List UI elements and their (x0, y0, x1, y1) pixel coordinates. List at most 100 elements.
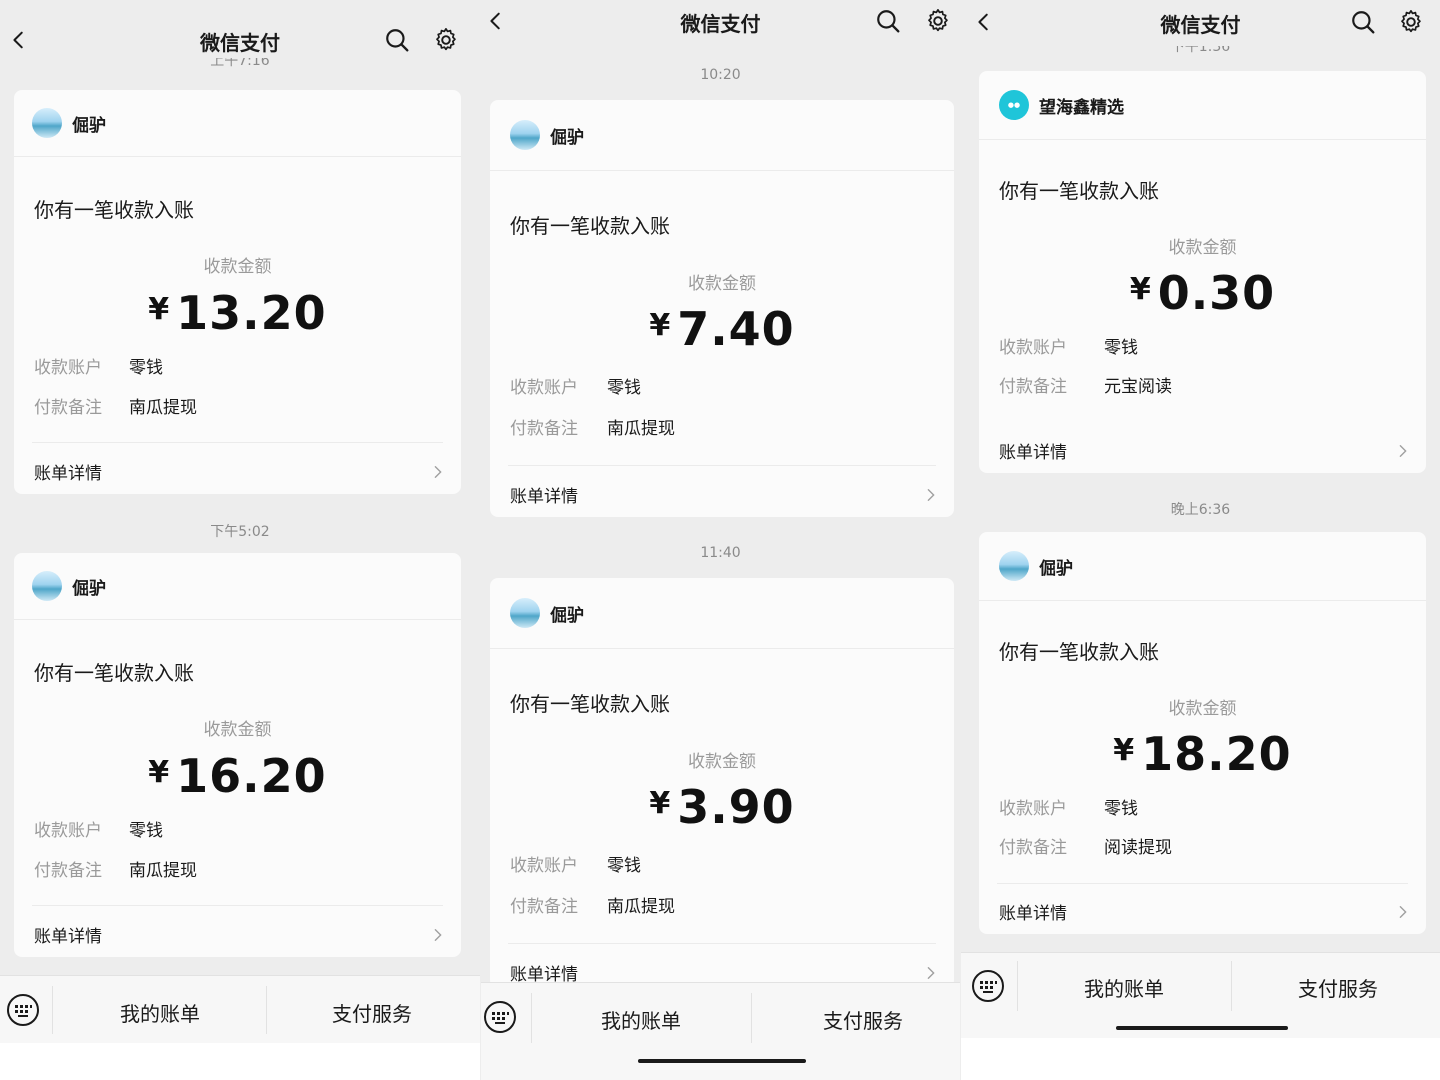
amount: ¥18.20 (979, 727, 1426, 781)
card-headline: 你有一笔收款入账 (510, 692, 670, 716)
divider (52, 986, 53, 1034)
card-header: ●● 望海鑫精选 (979, 71, 1426, 140)
chevron-right-icon (927, 488, 935, 501)
pay-services-button[interactable]: 支付服务 (1238, 973, 1438, 1002)
amount-label: 收款金额 (688, 752, 756, 772)
gear-icon[interactable] (433, 27, 459, 53)
bill-details-link[interactable]: 账单详情 (510, 482, 938, 507)
divider (508, 943, 936, 944)
my-bills-button[interactable]: 我的账单 (60, 998, 260, 1027)
search-icon[interactable] (875, 8, 901, 34)
payment-card[interactable]: 倔驴 你有一笔收款入账 收款金额 ¥7.40 收款账户 零钱 付款备注 南瓜提现… (490, 100, 954, 517)
home-indicator[interactable] (1116, 1026, 1288, 1030)
avatar (510, 598, 540, 628)
bottom-safe-area (0, 1043, 480, 1080)
note-value: 南瓜提现 (129, 398, 197, 418)
chevron-left-icon[interactable] (8, 29, 30, 51)
bill-details-link[interactable]: 账单详情 (999, 899, 1410, 924)
account-label: 收款账户 (34, 358, 102, 378)
payment-card[interactable]: 倔驴 你有一笔收款入账 收款金额 ¥18.20 收款账户 零钱 付款备注 阅读提… (979, 532, 1426, 934)
note-value: 元宝阅读 (1104, 377, 1172, 397)
bill-details-label: 账单详情 (510, 487, 578, 507)
chevron-left-icon[interactable] (485, 10, 507, 32)
sender-name: 倔驴 (1039, 558, 1073, 579)
account-value: 零钱 (129, 358, 163, 378)
note-value: 南瓜提现 (607, 897, 675, 917)
account-value: 零钱 (129, 821, 163, 841)
account-value: 零钱 (607, 856, 641, 876)
chevron-right-icon (1399, 444, 1407, 457)
header: 微信支付 (481, 0, 960, 46)
panel-1: 微信支付 上午7:16 倔驴 你有一笔收款入账 收款金额 ¥13.20 收款账户… (0, 0, 480, 1080)
account-label: 收款账户 (510, 378, 578, 398)
bill-details-link[interactable]: 账单详情 (34, 459, 445, 484)
sender-name: 倔驴 (550, 605, 584, 626)
shop-avatar: ●● (999, 90, 1029, 120)
chevron-right-icon (434, 928, 442, 941)
chevron-left-icon[interactable] (973, 11, 995, 33)
divider (997, 883, 1408, 884)
timestamp: 上午7:16 (210, 58, 270, 69)
chevron-right-icon (927, 966, 935, 979)
bill-details-label: 账单详情 (34, 927, 102, 947)
payment-card[interactable]: ●● 望海鑫精选 你有一笔收款入账 收款金额 ¥0.30 收款账户 零钱 付款备… (979, 71, 1426, 473)
account-value: 零钱 (1104, 799, 1138, 819)
search-icon[interactable] (1350, 9, 1376, 35)
account-value: 零钱 (1104, 338, 1138, 358)
bill-details-link[interactable]: 账单详情 (999, 438, 1410, 463)
gear-icon[interactable] (1398, 9, 1424, 35)
note-label: 付款备注 (34, 398, 102, 418)
header: 微信支付 (961, 0, 1440, 46)
card-header: 倔驴 (490, 578, 954, 649)
note-label: 付款备注 (999, 838, 1067, 858)
pay-services-button[interactable]: 支付服务 (272, 998, 472, 1027)
card-headline: 你有一笔收款入账 (999, 179, 1159, 203)
keyboard-icon[interactable] (6, 993, 40, 1027)
bill-details-label: 账单详情 (999, 443, 1067, 463)
sender-name: 倔驴 (72, 578, 106, 599)
account-label: 收款账户 (999, 338, 1067, 358)
card-headline: 你有一笔收款入账 (34, 198, 194, 222)
gear-icon[interactable] (925, 8, 951, 34)
avatar (510, 120, 540, 150)
amount-label: 收款金额 (1168, 699, 1237, 719)
timestamp: 晚上6:36 (1170, 502, 1231, 518)
panel-3: 微信支付 下午1:36 ●● 望海鑫精选 你有一笔收款入账 收款金额 ¥0.30… (961, 0, 1440, 1080)
note-label: 付款备注 (510, 419, 578, 439)
currency-symbol: ¥ (1113, 733, 1136, 768)
note-label: 付款备注 (510, 897, 578, 917)
timestamp: 下午1:36 (1170, 46, 1231, 54)
sender-name: 望海鑫精选 (1039, 97, 1124, 118)
bottom-safe-area (961, 1038, 1440, 1080)
payment-card[interactable]: 倔驴 你有一笔收款入账 收款金额 ¥13.20 收款账户 零钱 付款备注 南瓜提… (14, 90, 461, 494)
card-header: 倔驴 (14, 90, 461, 157)
amount-value: 18.20 (1141, 727, 1292, 781)
card-headline: 你有一笔收款入账 (999, 640, 1159, 664)
divider (32, 442, 443, 443)
account-label: 收款账户 (999, 799, 1067, 819)
amount-value: 3.90 (677, 780, 795, 834)
note-label: 付款备注 (999, 377, 1067, 397)
amount: ¥7.40 (490, 302, 954, 356)
payment-card[interactable]: 倔驴 你有一笔收款入账 收款金额 ¥16.20 收款账户 零钱 付款备注 南瓜提… (14, 553, 461, 957)
bottom-menu: 我的账单 支付服务 (0, 975, 480, 1044)
home-indicator[interactable] (638, 1059, 806, 1063)
card-header: 倔驴 (490, 100, 954, 171)
divider (266, 986, 267, 1034)
keyboard-icon[interactable] (483, 1000, 517, 1034)
pay-services-button[interactable]: 支付服务 (763, 1005, 960, 1034)
payment-card[interactable]: 倔驴 你有一笔收款入账 收款金额 ¥3.90 收款账户 零钱 付款备注 南瓜提现… (490, 578, 954, 988)
card-headline: 你有一笔收款入账 (34, 661, 194, 685)
avatar (32, 571, 62, 601)
my-bills-button[interactable]: 我的账单 (1024, 973, 1224, 1002)
keyboard-icon[interactable] (971, 969, 1005, 1003)
bill-details-link[interactable]: 账单详情 (34, 922, 445, 947)
bottom-menu: 我的账单 支付服务 (481, 982, 960, 1080)
timestamp: 下午5:02 (210, 524, 270, 540)
my-bills-button[interactable]: 我的账单 (541, 1005, 741, 1034)
account-label: 收款账户 (510, 856, 578, 876)
amount-value: 0.30 (1157, 266, 1276, 320)
card-header: 倔驴 (979, 532, 1426, 601)
divider (531, 993, 532, 1043)
search-icon[interactable] (384, 27, 410, 53)
